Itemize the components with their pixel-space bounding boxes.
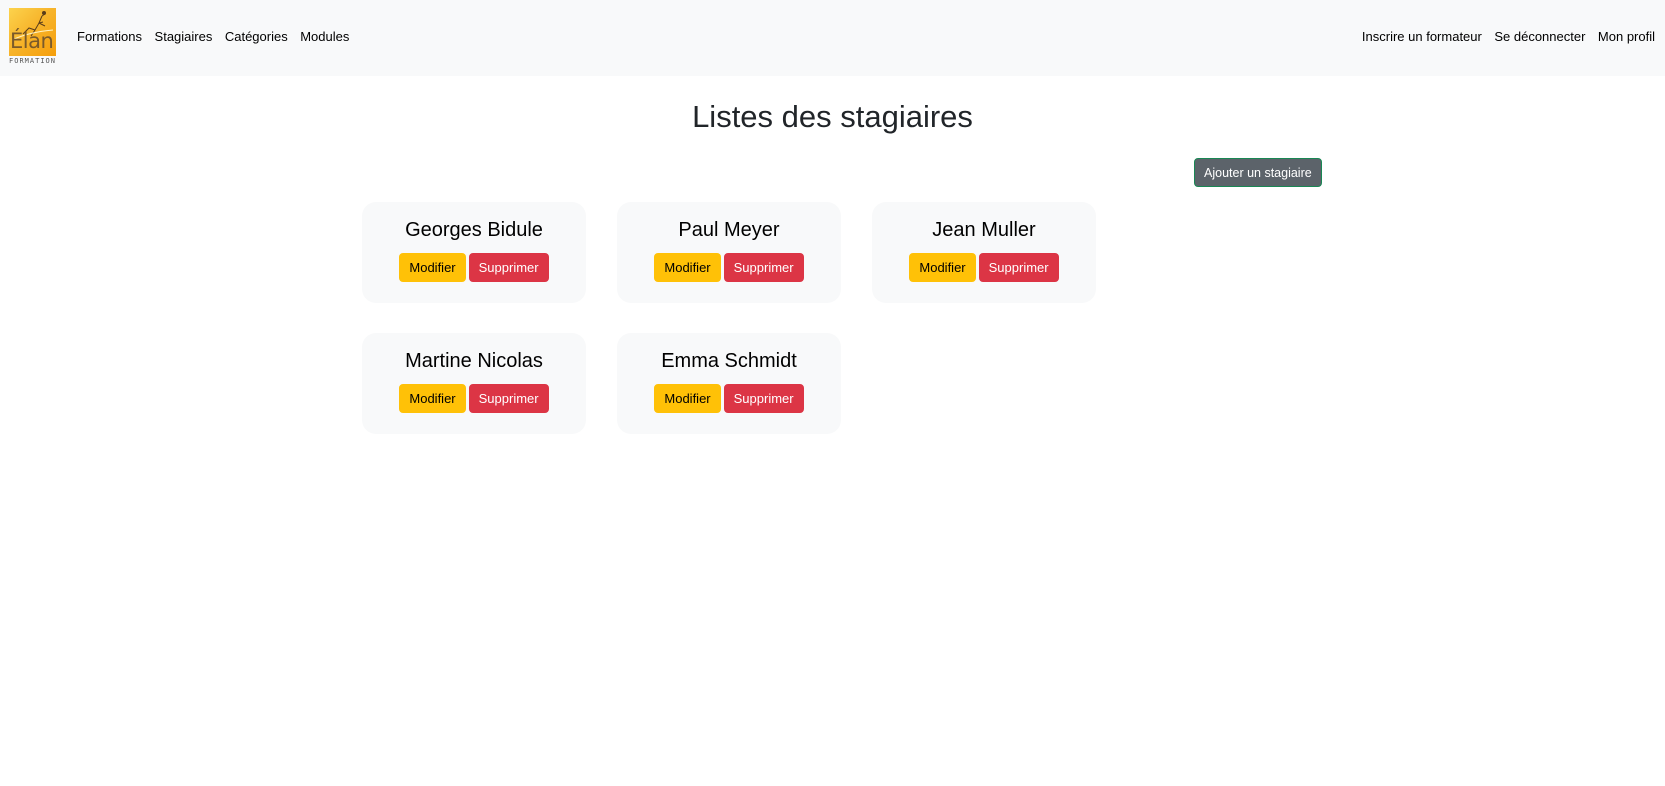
edit-button[interactable]: Modifier — [654, 384, 721, 413]
logo-badge: Élan — [9, 8, 56, 56]
stagiaire-name: Emma Schmidt — [661, 350, 797, 372]
card-actions: Modifier Supprimer — [362, 384, 586, 413]
edit-button[interactable]: Modifier — [654, 253, 721, 282]
delete-button[interactable]: Supprimer — [723, 384, 804, 413]
nav-formations[interactable]: Formations — [77, 28, 142, 46]
stagiaire-name: Martine Nicolas — [405, 350, 543, 372]
navbar: Élan FORMATION Formations Stagiaires Cat… — [0, 0, 1665, 76]
stagiaire-name: Paul Meyer — [678, 219, 780, 241]
delete-button[interactable]: Supprimer — [723, 253, 804, 282]
stagiaire-card: Georges Bidule Modifier Supprimer — [362, 202, 586, 303]
stagiaire-card: Paul Meyer Modifier Supprimer — [617, 202, 841, 303]
card-actions: Modifier Supprimer — [617, 253, 841, 282]
nav-stagiaires[interactable]: Stagiaires — [155, 28, 213, 46]
nav-inscrire-formateur[interactable]: Inscrire un formateur — [1362, 28, 1482, 46]
elan-formation-logo[interactable]: Élan FORMATION — [9, 8, 56, 65]
nav-categories[interactable]: Catégories — [225, 28, 288, 46]
logo-word: Élan — [10, 29, 54, 53]
user-nav: Inscrire un formateur Se déconnecter Mon… — [1349, 28, 1655, 46]
delete-button[interactable]: Supprimer — [978, 253, 1059, 282]
card-actions: Modifier Supprimer — [362, 253, 586, 282]
stagiaire-name: Jean Muller — [932, 219, 1036, 241]
main-nav: Formations Stagiaires Catégories Modules — [77, 28, 362, 46]
nav-se-deconnecter[interactable]: Se déconnecter — [1494, 28, 1585, 46]
add-stagiaire-button[interactable]: Ajouter un stagiaire — [1194, 158, 1322, 187]
card-actions: Modifier Supprimer — [617, 384, 841, 413]
logo-subtitle: FORMATION — [9, 57, 56, 65]
edit-button[interactable]: Modifier — [399, 384, 466, 413]
page-title: Listes des stagiaires — [692, 99, 973, 134]
stagiaire-name: Georges Bidule — [405, 219, 543, 241]
edit-button[interactable]: Modifier — [399, 253, 466, 282]
nav-modules[interactable]: Modules — [300, 28, 349, 46]
edit-button[interactable]: Modifier — [909, 253, 976, 282]
stagiaire-card: Martine Nicolas Modifier Supprimer — [362, 333, 586, 434]
stagiaire-card: Jean Muller Modifier Supprimer — [872, 202, 1096, 303]
stagiaire-card: Emma Schmidt Modifier Supprimer — [617, 333, 841, 434]
card-actions: Modifier Supprimer — [872, 253, 1096, 282]
delete-button[interactable]: Supprimer — [468, 384, 549, 413]
delete-button[interactable]: Supprimer — [468, 253, 549, 282]
nav-mon-profil[interactable]: Mon profil — [1598, 28, 1655, 46]
